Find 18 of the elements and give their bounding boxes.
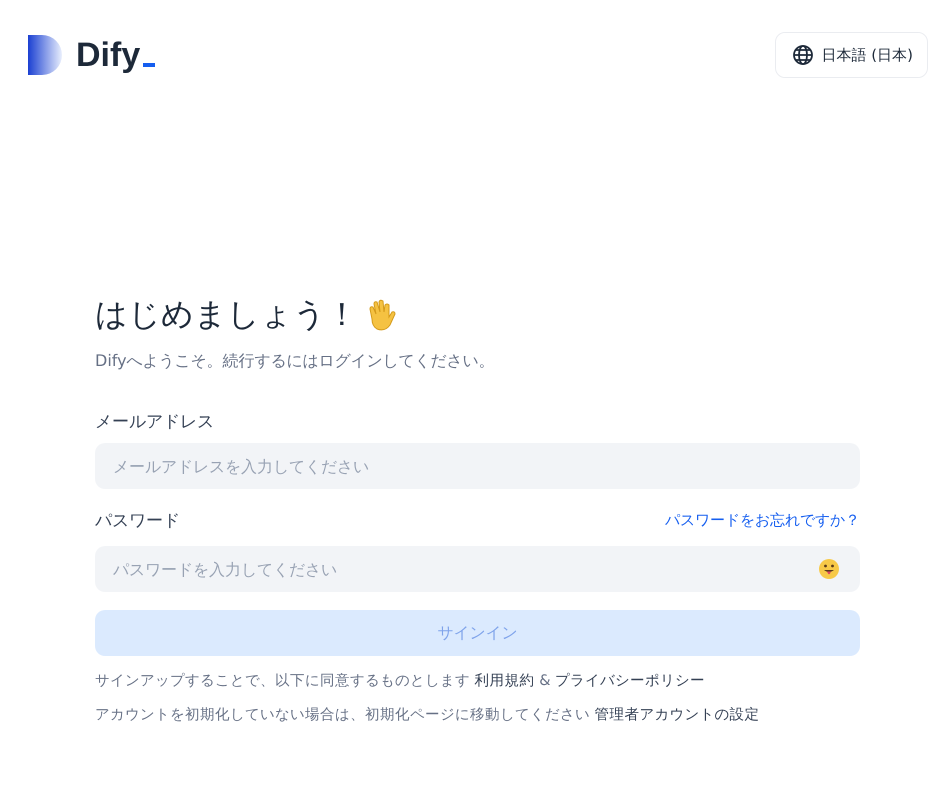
tongue-face-icon[interactable] — [818, 558, 840, 580]
password-field[interactable]: パスワードを入力してください — [95, 546, 860, 592]
welcome-text: Difyへようこそ。続行するにはログインしてください。 — [95, 351, 496, 372]
field-label: メールアドレス — [95, 411, 215, 433]
page-title: はじめましょう！ — [95, 294, 358, 335]
logo-icon — [28, 35, 64, 75]
language-button[interactable]: 日本語 (日本) — [774, 32, 928, 78]
globe-icon — [792, 44, 814, 66]
terms-link[interactable]: 利用規約 — [474, 673, 535, 689]
email-field[interactable]: メールアドレスを入力してください — [95, 443, 860, 489]
cursor-icon — [143, 63, 156, 67]
terms-text: サインアップすることで、以下に同意するものとします 利用規約 & プライバシーポリシー — [95, 672, 706, 691]
terms-link[interactable]: 管理者アカウントの設定 — [594, 707, 760, 723]
terms-text: アカウントを初期化していない場合は、初期化ページに移動してください 管理者アカウントの設定 — [95, 706, 761, 725]
logo-text: Dify — [76, 35, 140, 75]
forgot-password-link[interactable]: パスワードをお忘れですか？ — [665, 511, 860, 530]
field-label: パスワード — [95, 510, 180, 532]
terms-link[interactable]: プライバシーポリシー — [555, 673, 706, 689]
